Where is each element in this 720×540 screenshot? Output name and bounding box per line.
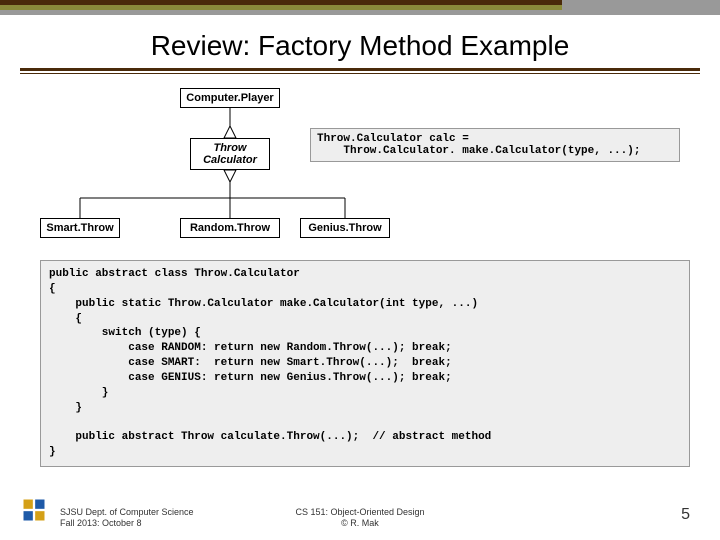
slide-title: Review: Factory Method Example	[0, 30, 720, 62]
footer-course: CS 151: Object-Oriented Design © R. Mak	[0, 507, 720, 530]
decorative-rule	[0, 0, 720, 16]
uml-class-throw-calculator: Throw Calculator	[190, 138, 270, 170]
uml-class-random-throw: Random.Throw	[180, 218, 280, 238]
title-underline-thin	[20, 73, 700, 74]
uml-diagram: Computer.Player Throw Calculator Smart.T…	[40, 88, 680, 248]
code-snippet-usage: Throw.Calculator calc = Throw.Calculator…	[310, 128, 680, 162]
uml-class-genius-throw: Genius.Throw	[300, 218, 390, 238]
slide-footer: SJSU Dept. of Computer Science Fall 2013…	[0, 490, 720, 530]
uml-class-smart-throw: Smart.Throw	[40, 218, 120, 238]
uml-class-computer-player: Computer.Player	[180, 88, 280, 108]
title-underline-thick	[20, 68, 700, 71]
page-number: 5	[681, 506, 690, 524]
code-block-factory: public abstract class Throw.Calculator {…	[40, 260, 690, 467]
